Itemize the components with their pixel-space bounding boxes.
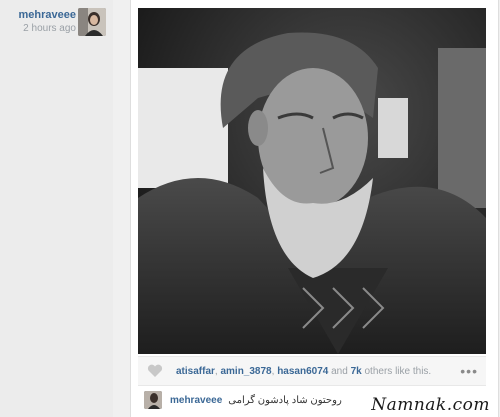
post-timestamp[interactable]: 2 hours ago: [23, 23, 76, 34]
others-count-link[interactable]: 7k: [351, 366, 362, 377]
post-author-block: mehraveee 2 hours ago: [0, 8, 106, 38]
comment-username[interactable]: mehraveee: [170, 395, 222, 406]
likers-suffix: others like this.: [364, 365, 432, 377]
post-card: atisaffar, amin_3878, hasan6074 and 7k o…: [130, 0, 499, 417]
likers-and: and: [331, 365, 348, 377]
post-photo[interactable]: [138, 8, 486, 354]
heart-icon[interactable]: [144, 360, 166, 382]
watermark-text: Namnak.com: [371, 395, 490, 415]
commenter-avatar[interactable]: [144, 391, 162, 409]
ellipsis-icon[interactable]: •••: [460, 363, 478, 379]
likers-text: atisaffar, amin_3878, hasan6074 and 7k o…: [176, 365, 432, 377]
liker-link[interactable]: hasan6074: [277, 366, 328, 377]
like-bar: atisaffar, amin_3878, hasan6074 and 7k o…: [138, 356, 486, 386]
left-rail: mehraveee 2 hours ago: [0, 0, 113, 417]
comment-text: روحتون شاد پادشون گرامی: [228, 394, 342, 406]
author-avatar[interactable]: [78, 8, 106, 36]
liker-link[interactable]: atisaffar: [176, 366, 215, 377]
liker-link[interactable]: amin_3878: [220, 366, 271, 377]
author-username[interactable]: mehraveee: [19, 9, 77, 21]
